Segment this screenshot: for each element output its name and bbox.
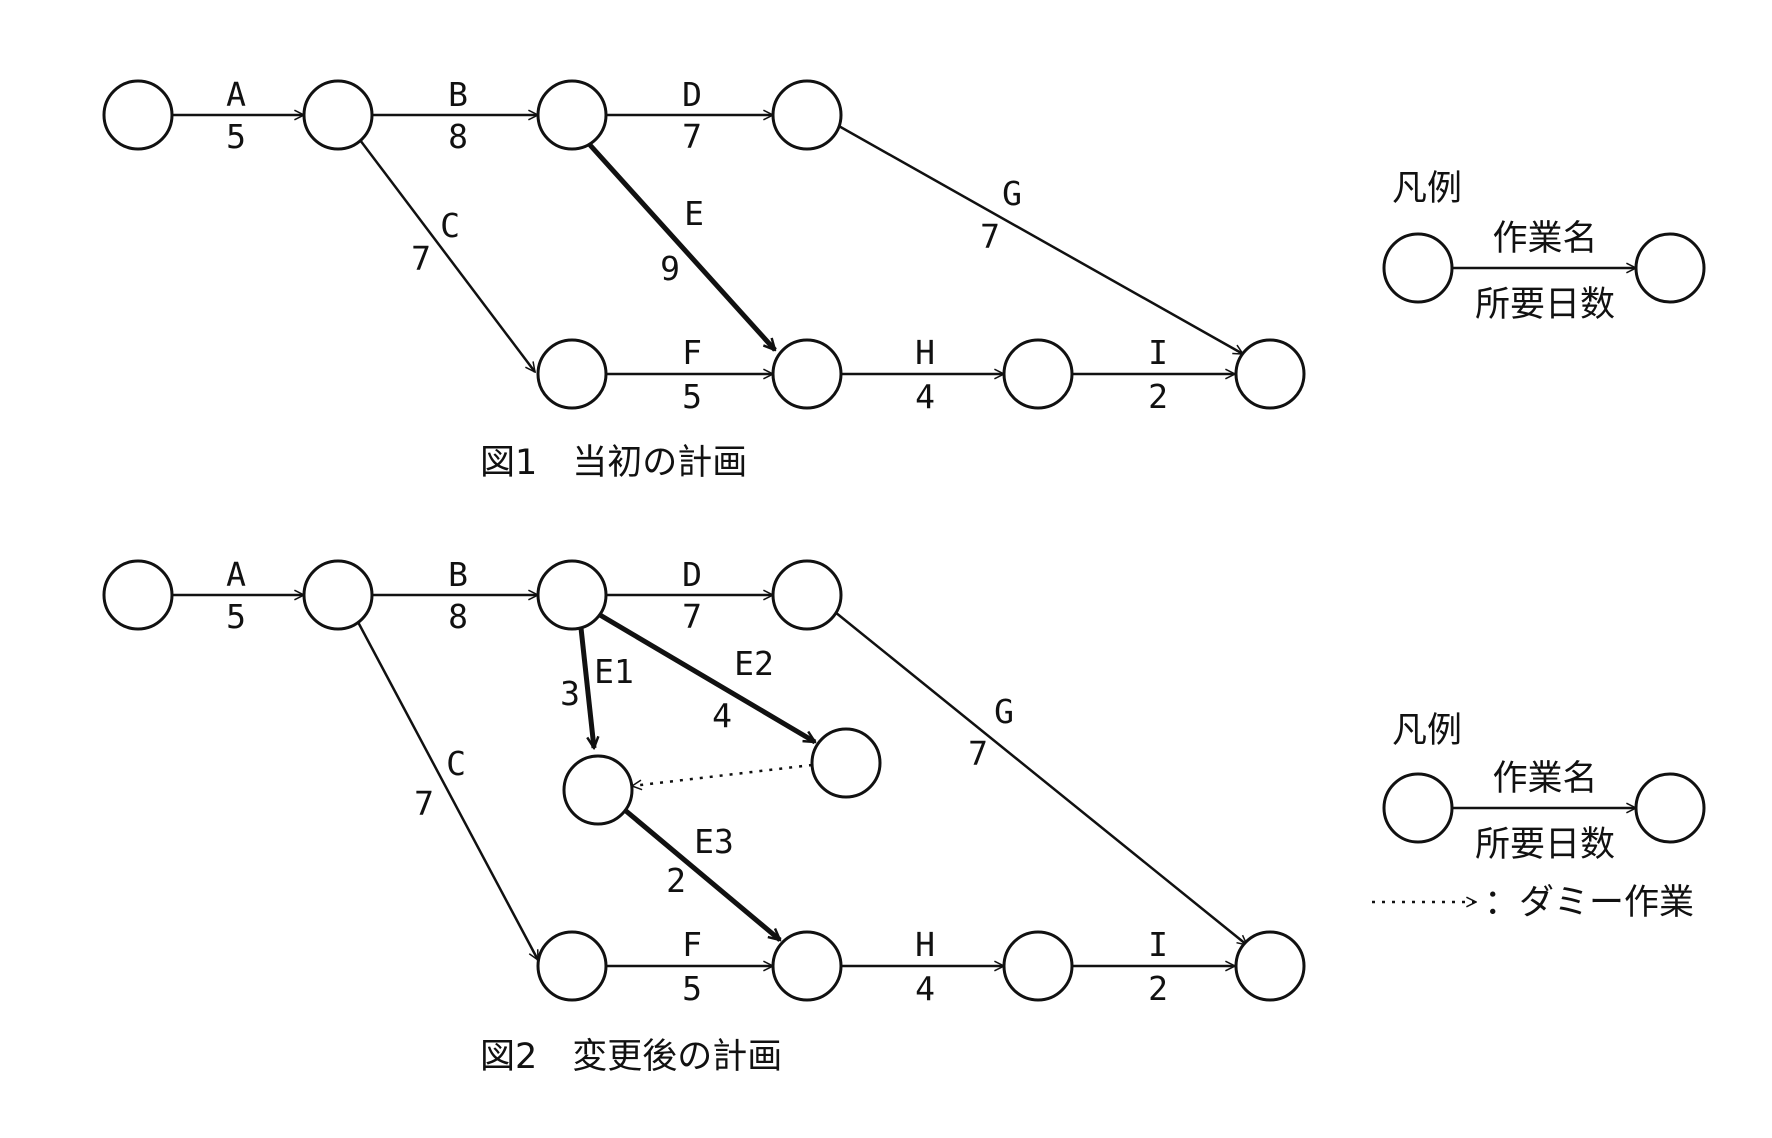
fig1-caption: 図1 当初の計画 (480, 443, 747, 483)
fig1-edge-E (588, 143, 777, 350)
fig1-label-A-name: A (226, 75, 246, 114)
fig1-edges (172, 115, 1243, 374)
fig2-label-E3-name: E3 (694, 822, 734, 861)
fig1-node-6 (771, 338, 843, 410)
fig2-legend-dummy-label: ：ダミー作業 (1484, 883, 1694, 923)
fig2-nodes (102, 559, 1306, 1002)
fig2-label-A-duration: 5 (226, 597, 246, 636)
fig2-edge-C (356, 621, 540, 960)
fig2-label-H-name: H (915, 925, 935, 964)
fig1-node-4 (771, 79, 843, 151)
fig2-edge-E1 (578, 627, 594, 748)
fig2-node-10 (1234, 930, 1306, 1002)
figure-1: A 5 B 8 C 7 D 7 E 9 F 5 G 7 H 4 I 2 図1 当… (102, 75, 1706, 483)
fig1-label-E-duration: 9 (660, 249, 680, 288)
fig2-edge-G (834, 611, 1247, 945)
fig2-node-8 (771, 930, 843, 1002)
fig1-legend-title: 凡例 (1392, 169, 1462, 209)
fig1-label-G-name: G (1002, 174, 1022, 213)
fig1-label-H-name: H (915, 333, 935, 372)
fig1-label-A-duration: 5 (226, 117, 246, 156)
fig1-legend-node-start (1382, 232, 1454, 304)
fig2-legend-duration: 所要日数 (1475, 825, 1615, 865)
fig1-edge-G (836, 123, 1243, 356)
network-diagrams: A 5 B 8 C 7 D 7 E 9 F 5 G 7 H 4 I 2 図1 当… (102, 75, 1706, 1077)
fig1-label-D-duration: 7 (682, 117, 702, 156)
fig2-legend-title: 凡例 (1392, 711, 1462, 751)
fig2-label-I-name: I (1148, 925, 1168, 964)
fig2-node-1 (102, 559, 174, 631)
fig2-label-G-name: G (994, 692, 1014, 731)
fig1-node-1 (102, 79, 174, 151)
fig2-label-E1-duration: 3 (560, 674, 580, 713)
fig1-legend-node-end (1634, 232, 1706, 304)
figure-2: A 5 B 8 C 7 D 7 E1 3 E2 4 E3 2 F 5 G 7 H… (102, 555, 1706, 1077)
fig1-label-G-duration: 7 (980, 217, 1000, 256)
fig2-edge-dummy (632, 763, 813, 786)
fig1-label-F-duration: 5 (682, 377, 702, 416)
fig2-node-4 (771, 559, 843, 631)
fig2-label-F-name: F (682, 925, 702, 964)
fig1-label-B-name: B (448, 75, 468, 114)
fig2-caption: 図2 変更後の計画 (480, 1037, 782, 1077)
fig1-legend-activity-name: 作業名 (1492, 219, 1597, 259)
fig2-label-C-name: C (446, 744, 466, 783)
fig1-node-8 (1234, 338, 1306, 410)
fig1-legend: 凡例 作業名 所要日数 (1382, 169, 1706, 325)
fig2-node-7 (536, 930, 608, 1002)
fig2-label-I-duration: 2 (1148, 969, 1168, 1008)
fig2-label-A-name: A (226, 555, 246, 594)
fig2-label-E3-duration: 2 (666, 861, 686, 900)
fig2-legend-activity-name: 作業名 (1492, 759, 1597, 799)
fig1-label-H-duration: 4 (915, 377, 935, 416)
fig2-edges (172, 595, 1247, 966)
fig1-label-E-name: E (684, 194, 704, 233)
fig1-edge-C (359, 139, 535, 372)
fig1-label-C-name: C (440, 206, 460, 245)
fig2-label-C-duration: 7 (414, 784, 434, 823)
fig1-label-D-name: D (682, 75, 702, 114)
fig2-label-E2-name: E2 (734, 644, 774, 683)
fig1-nodes (102, 79, 1306, 410)
fig2-node-9 (1002, 930, 1074, 1002)
fig1-node-2 (302, 79, 374, 151)
fig2-label-B-duration: 8 (448, 597, 468, 636)
fig2-label-E2-duration: 4 (712, 696, 732, 735)
fig2-label-D-name: D (682, 555, 702, 594)
fig2-label-D-duration: 7 (682, 597, 702, 636)
fig1-legend-duration: 所要日数 (1475, 285, 1615, 325)
fig2-node-5 (810, 727, 882, 799)
fig1-node-3 (536, 79, 608, 151)
fig2-label-B-name: B (448, 555, 468, 594)
fig1-label-I-name: I (1148, 333, 1168, 372)
fig1-label-F-name: F (682, 333, 702, 372)
fig2-node-2 (302, 559, 374, 631)
fig1-node-5 (536, 338, 608, 410)
fig2-label-F-duration: 5 (682, 969, 702, 1008)
fig2-legend-node-start (1382, 772, 1454, 844)
fig2-label-E1-name: E1 (594, 652, 634, 691)
fig1-node-7 (1002, 338, 1074, 410)
fig2-node-3 (536, 559, 608, 631)
fig1-label-I-duration: 2 (1148, 377, 1168, 416)
fig1-label-C-duration: 7 (411, 239, 431, 278)
fig2-legend: 凡例 作業名 所要日数 ：ダミー作業 (1372, 711, 1706, 923)
fig1-label-B-duration: 8 (448, 117, 468, 156)
fig2-legend-node-end (1634, 772, 1706, 844)
fig2-label-H-duration: 4 (915, 969, 935, 1008)
fig2-label-G-duration: 7 (968, 734, 988, 773)
fig2-node-6 (562, 754, 634, 826)
